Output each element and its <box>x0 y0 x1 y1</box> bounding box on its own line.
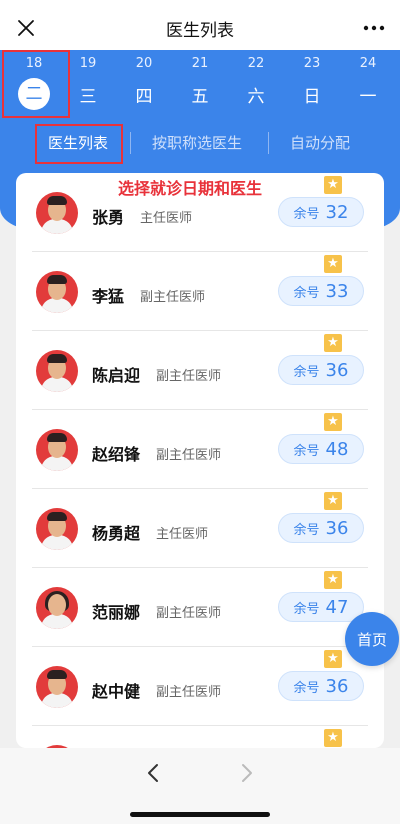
doctor-title: 副主任医师 <box>156 369 222 384</box>
avatar <box>36 508 78 550</box>
doctor-name: 范丽娜 <box>92 603 141 622</box>
tab-highlight-box <box>35 124 123 164</box>
date-weekday: 四 <box>135 87 153 107</box>
star-icon[interactable]: ★ <box>324 255 342 273</box>
remaining-slots-button[interactable]: 余号 36 <box>278 671 364 701</box>
remaining-slots-button[interactable]: 余号 36 <box>278 355 364 385</box>
remaining-slots-button[interactable]: 余号 33 <box>278 276 364 306</box>
home-indicator <box>130 812 270 817</box>
star-icon[interactable]: ★ <box>324 176 342 194</box>
star-icon[interactable]: ★ <box>324 334 342 352</box>
date-day: 21 <box>191 56 209 71</box>
star-icon[interactable]: ★ <box>324 650 342 668</box>
remaining-count: 47 <box>325 596 349 618</box>
doctor-title: 副主任医师 <box>156 685 222 700</box>
doctor-row[interactable]: ★ 杨勇超 主任医师 余号 36 <box>16 489 384 568</box>
remaining-label: 余号 <box>293 285 320 301</box>
star-icon[interactable]: ★ <box>324 729 342 747</box>
remaining-label: 余号 <box>293 601 320 617</box>
tab-divider <box>268 132 269 154</box>
date-weekday: 日 <box>303 87 321 107</box>
doctor-title: 主任医师 <box>156 527 209 542</box>
avatar <box>36 350 78 392</box>
remaining-label: 余号 <box>293 522 320 538</box>
date-weekday: 一 <box>359 87 377 107</box>
tab-by-title[interactable]: 按职称选医生 <box>152 132 242 153</box>
doctor-title: 副主任医师 <box>156 606 222 621</box>
date-day: 23 <box>303 56 321 71</box>
date-day: 20 <box>135 56 153 71</box>
doctor-name: 赵绍锋 <box>92 445 141 464</box>
more-icon[interactable] <box>360 18 388 38</box>
remaining-count: 36 <box>325 359 349 381</box>
remaining-count: 36 <box>325 517 349 539</box>
remaining-label: 余号 <box>293 206 320 222</box>
doctor-title: 副主任医师 <box>156 448 222 463</box>
date-item[interactable]: 23 日 <box>284 50 340 120</box>
doctor-name: 杨勇超 <box>92 524 141 543</box>
page-title: 医生列表 <box>166 20 234 41</box>
avatar <box>36 587 78 629</box>
doctor-row-partial[interactable]: ★ <box>16 726 384 748</box>
date-day: 24 <box>359 56 377 71</box>
avatar <box>36 666 78 708</box>
remaining-label: 余号 <box>293 443 320 459</box>
date-day: 22 <box>247 56 265 71</box>
date-item[interactable]: 20 四 <box>116 50 172 120</box>
star-icon[interactable]: ★ <box>324 571 342 589</box>
date-item[interactable]: 24 一 <box>340 50 396 120</box>
doctor-list: 选择就诊日期和医生 ★ 张勇 主任医师 余号 32 ★ 李猛 副主任医师 余号 … <box>16 173 384 748</box>
bottom-nav <box>0 748 400 824</box>
remaining-count: 32 <box>325 201 349 223</box>
tab-divider <box>130 132 131 154</box>
doctor-row[interactable]: ★ 赵中健 副主任医师 余号 36 <box>16 647 384 726</box>
doctor-name: 赵中健 <box>92 682 141 701</box>
star-icon[interactable]: ★ <box>324 492 342 510</box>
doctor-row[interactable]: ★ 陈启迎 副主任医师 余号 36 <box>16 331 384 410</box>
date-weekday: 六 <box>247 87 265 107</box>
chevron-left-icon[interactable] <box>138 758 168 788</box>
remaining-label: 余号 <box>293 364 320 380</box>
date-item[interactable]: 22 六 <box>228 50 284 120</box>
avatar <box>36 429 78 471</box>
avatar <box>36 192 78 234</box>
doctor-row[interactable]: ★ 李猛 副主任医师 余号 33 <box>16 252 384 331</box>
doctor-row[interactable]: ★ 范丽娜 副主任医师 余号 47 <box>16 568 384 647</box>
doctor-row[interactable]: ★ 张勇 主任医师 余号 32 <box>16 173 384 252</box>
home-button[interactable]: 首页 <box>345 612 399 666</box>
top-bar: 医生列表 <box>0 0 400 56</box>
star-icon[interactable]: ★ <box>324 413 342 431</box>
remaining-slots-button[interactable]: 余号 36 <box>278 513 364 543</box>
tab-auto-assign[interactable]: 自动分配 <box>290 132 350 153</box>
doctor-name: 张勇 <box>92 208 125 227</box>
date-highlight-box <box>2 50 70 118</box>
doctor-title: 主任医师 <box>140 211 193 226</box>
date-weekday: 五 <box>191 87 209 107</box>
remaining-slots-button[interactable]: 余号 32 <box>278 197 364 227</box>
doctor-row[interactable]: ★ 赵绍锋 副主任医师 余号 48 <box>16 410 384 489</box>
remaining-label: 余号 <box>293 680 320 696</box>
remaining-slots-button[interactable]: 余号 48 <box>278 434 364 464</box>
avatar <box>36 271 78 313</box>
chevron-right-icon[interactable] <box>232 758 262 788</box>
doctor-name: 陈启迎 <box>92 366 141 385</box>
remaining-count: 48 <box>325 438 349 460</box>
remaining-count: 33 <box>325 280 349 302</box>
remaining-count: 36 <box>325 675 349 697</box>
doctor-title: 副主任医师 <box>140 290 206 305</box>
doctor-name: 李猛 <box>92 287 125 306</box>
close-icon[interactable] <box>14 16 38 40</box>
date-item[interactable]: 21 五 <box>172 50 228 120</box>
remaining-slots-button[interactable]: 余号 47 <box>278 592 364 622</box>
